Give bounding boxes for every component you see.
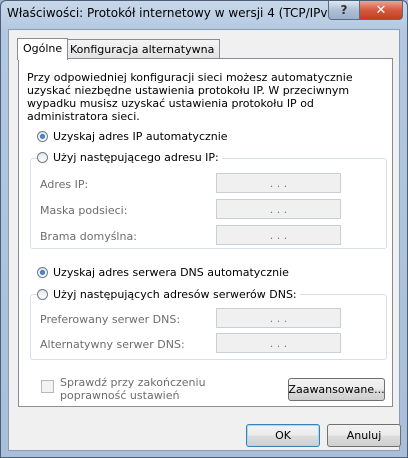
dns-manual-label: Użyj następujących adresów serwerów DNS: [53, 288, 297, 301]
default-gateway-label: Brama domyślna: [40, 230, 137, 243]
ok-button-label: OK [275, 429, 291, 442]
window-title: Właściwości: Protokół internetowy w wers… [7, 6, 340, 20]
preferred-dns-label: Preferowany serwer DNS: [40, 313, 181, 326]
alternate-dns-dots: . . . [269, 336, 288, 350]
ip-auto-radio[interactable]: Uzyskaj adres IP automatycznie [37, 130, 231, 143]
close-button[interactable]: ✕ [359, 1, 403, 20]
preferred-dns-dots: . . . [269, 311, 288, 325]
cancel-button-label: Anuluj [346, 429, 382, 442]
help-button[interactable]: ? [328, 1, 360, 20]
tab-alternate-config-label: Konfiguracja alternatywna [70, 43, 215, 56]
ip-address-input[interactable]: . . . [216, 173, 341, 193]
alternate-dns-input[interactable]: . . . [216, 333, 341, 353]
default-gateway-dots: . . . [269, 228, 288, 242]
default-gateway-input[interactable]: . . . [216, 225, 341, 245]
description-text: Przy odpowiedniej konfiguracji sieci moż… [27, 71, 353, 123]
help-icon: ? [340, 3, 348, 17]
cancel-button[interactable]: Anuluj [327, 424, 401, 447]
ok-button[interactable]: OK [246, 424, 320, 447]
dialog-client: Ogólne Konfiguracja alternatywna Przy od… [8, 29, 401, 451]
radio-indicator [37, 289, 48, 300]
subnet-mask-dots: . . . [269, 202, 288, 216]
validate-label: Sprawdź przy zakończeniu poprawność usta… [60, 376, 206, 402]
dns-manual-radio[interactable]: Użyj następujących adresów serwerów DNS: [37, 288, 300, 301]
radio-indicator [37, 152, 48, 163]
advanced-button[interactable]: Zaawansowane... [288, 378, 385, 401]
advanced-button-label: Zaawansowane... [288, 383, 385, 396]
title-bar[interactable]: Właściwości: Protokół internetowy w wers… [1, 1, 407, 28]
radio-indicator [37, 131, 48, 142]
tab-general-label: Ogólne [23, 42, 63, 55]
preferred-dns-input[interactable]: . . . [216, 308, 341, 328]
tab-alternate-config[interactable]: Konfiguracja alternatywna [64, 39, 221, 59]
close-icon: ✕ [375, 2, 387, 18]
dns-auto-radio[interactable]: Uzyskaj adres serwera DNS automatycznie [37, 266, 292, 279]
alternate-dns-label: Alternatywny serwer DNS: [40, 338, 185, 351]
dialog-window: Właściwości: Protokół internetowy w wers… [0, 0, 408, 458]
dns-auto-label: Uzyskaj adres serwera DNS automatycznie [53, 266, 289, 279]
ip-manual-radio[interactable]: Użyj następującego adresu IP: [37, 151, 222, 164]
ip-address-dots: . . . [269, 176, 288, 190]
subnet-mask-input[interactable]: . . . [216, 199, 341, 219]
ip-address-label: Adres IP: [40, 178, 89, 191]
radio-indicator [37, 267, 48, 278]
tab-general[interactable]: Ogólne [17, 38, 69, 60]
subnet-mask-label: Maska podsieci: [40, 204, 128, 217]
ip-manual-label: Użyj następującego adresu IP: [53, 151, 219, 164]
validate-checkbox[interactable] [41, 380, 54, 393]
ip-auto-label: Uzyskaj adres IP automatycznie [53, 130, 228, 143]
